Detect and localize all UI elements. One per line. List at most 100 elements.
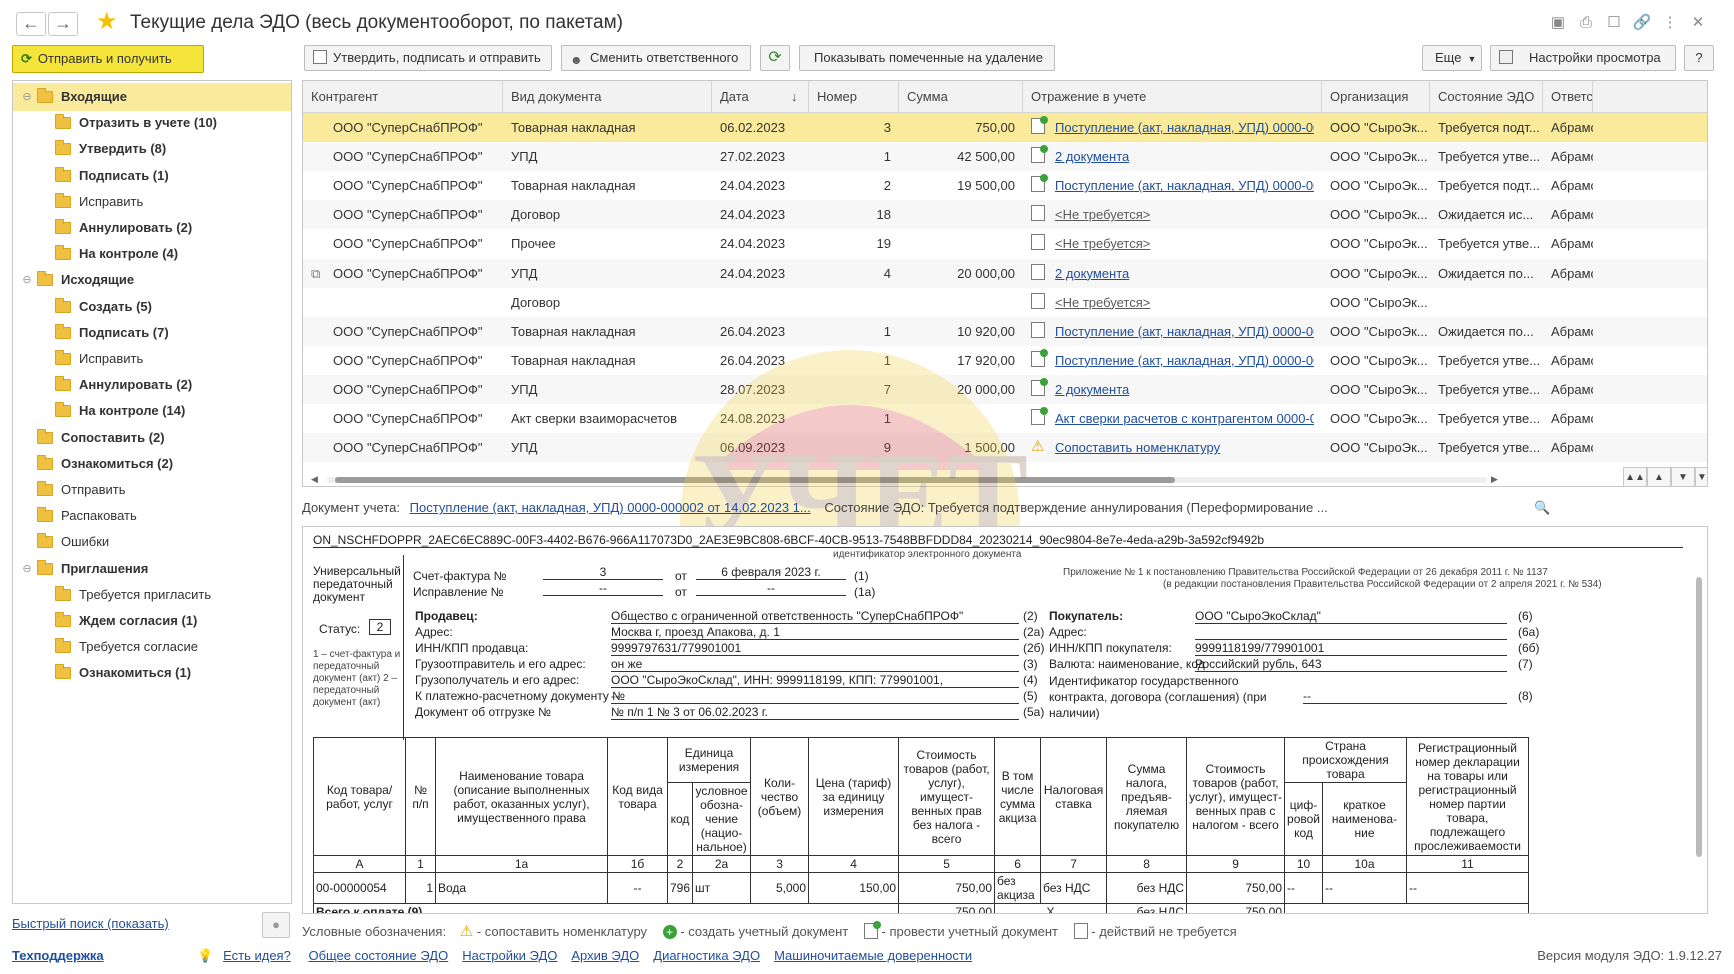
from-label-2: от xyxy=(675,585,687,599)
approve-sign-send-button[interactable]: Утвердить, подписать и отправить xyxy=(304,45,552,71)
change-responsible-button[interactable]: ☻ Сменить ответственного xyxy=(561,45,751,71)
print-icon[interactable]: ⎙ xyxy=(1575,12,1597,34)
close-icon[interactable]: ✕ xyxy=(1687,12,1709,34)
table-row[interactable]: ⧉ ООО "СуперСнабПРОФ" УПД 24.04.2023 4 20 000… xyxy=(303,258,1707,288)
preview-icon[interactable]: ☐ xyxy=(1603,12,1625,34)
more-menu-icon[interactable]: ⋮ xyxy=(1659,12,1681,34)
cell-reflection[interactable]: 2 документа xyxy=(1055,259,1314,288)
column-header[interactable]: Вид документа xyxy=(503,81,712,113)
cell-reflection[interactable]: Акт сверки расчетов с контрагентом 0000-… xyxy=(1055,404,1314,433)
collapse-icon[interactable]: ⊖ xyxy=(21,555,33,583)
back-button[interactable]: ← xyxy=(16,12,46,36)
table-row[interactable]: Договор <Не требуется> ООО "СыроЭк... xyxy=(303,288,1707,317)
accounting-doc-link[interactable]: Поступление (акт, накладная, УПД) 0000-0… xyxy=(410,500,811,515)
tree-item[interactable]: Сопоставить (2) xyxy=(13,424,291,452)
total-cost: 750,00 xyxy=(898,903,996,913)
scroll-up-button[interactable]: ▲ xyxy=(1647,467,1671,486)
column-header[interactable]: Ответс xyxy=(1543,81,1593,113)
tree-item[interactable]: Исправить xyxy=(13,188,291,216)
table-row[interactable]: ООО "СуперСнабПРОФ" Прочее 24.04.2023 19 <Не… xyxy=(303,229,1707,258)
cell-reflection[interactable]: <Не требуется> xyxy=(1055,288,1314,317)
tree-item[interactable]: Требуется согласие xyxy=(13,633,291,661)
search-icon[interactable]: 🔍 xyxy=(1534,500,1550,516)
tree-item[interactable]: Аннулировать (2) xyxy=(13,371,291,399)
column-header[interactable]: Организация xyxy=(1322,81,1430,113)
tree-item[interactable]: На контроле (4) xyxy=(13,240,291,268)
table-row[interactable]: ООО "СуперСнабПРОФ" Акт сверки взаиморасч… xyxy=(303,404,1707,433)
quick-search-label[interactable]: Быстрый поиск (показать) xyxy=(12,916,169,931)
tree-item[interactable]: Создать (5) xyxy=(13,293,291,321)
tree-item[interactable]: Аннулировать (2) xyxy=(13,214,291,242)
forward-button[interactable]: → xyxy=(48,12,78,36)
tree-item[interactable]: Требуется пригласить xyxy=(13,581,291,609)
tree-item[interactable]: ⊖ Входящие xyxy=(13,83,291,111)
refresh-button[interactable]: ⟳ xyxy=(760,45,790,71)
tree-item[interactable]: Исправить xyxy=(13,345,291,373)
table-row[interactable]: ООО "СуперСнабПРОФ" Товарная накладная 06.… xyxy=(303,113,1707,142)
table-row[interactable]: ООО "СуперСнабПРОФ" УПД 06.09.2023 9 1 500,0… xyxy=(303,433,1707,463)
cell-reflection[interactable]: Поступление (акт, накладная, УПД) 0000-0… xyxy=(1055,317,1314,346)
footer-link[interactable]: Диагностика ЭДО xyxy=(653,948,760,963)
quick-search-link[interactable]: Быстрый поиск (показать) xyxy=(12,916,169,931)
column-header[interactable]: Контрагент xyxy=(303,81,503,113)
scroll-bottom-button[interactable]: ▼ xyxy=(1695,467,1707,486)
tree-item[interactable]: ⊖ Исходящие xyxy=(13,266,291,294)
cell-reflection[interactable]: <Не требуется> xyxy=(1055,200,1314,229)
cell-reflection[interactable]: Поступление (акт, накладная, УПД) 0000-0… xyxy=(1055,113,1314,142)
tree-item[interactable]: На контроле (14) xyxy=(13,397,291,425)
tree-item[interactable]: Ознакомиться (2) xyxy=(13,450,291,478)
tree-item[interactable]: Ознакомиться (1) xyxy=(13,659,291,687)
column-header[interactable]: Номер xyxy=(809,81,899,113)
clear-button[interactable]: ● xyxy=(262,912,290,938)
cell-date: 06.09.2023 xyxy=(720,440,786,456)
cell-reflection[interactable]: Поступление (акт, накладная, УПД) 0000-0… xyxy=(1055,346,1314,375)
horizontal-scrollbar[interactable] xyxy=(327,474,1487,483)
help-button[interactable]: ? xyxy=(1684,45,1714,71)
cell-reflection[interactable]: 2 документа xyxy=(1055,375,1314,404)
tree-item[interactable]: Ошибки xyxy=(13,528,291,556)
scroll-down-button[interactable]: ▼ xyxy=(1671,467,1695,486)
footer-link[interactable]: Настройки ЭДО xyxy=(462,948,557,963)
idea-link[interactable]: Есть идея? xyxy=(223,948,291,963)
save-icon[interactable]: ▣ xyxy=(1547,12,1569,34)
scroll-top-button[interactable]: ▲▲ xyxy=(1623,467,1647,486)
tree-item-label: Ознакомиться (1) xyxy=(79,665,192,681)
tree-item[interactable]: Отправить xyxy=(13,476,291,504)
cell-reflection[interactable]: <Не требуется> xyxy=(1055,229,1314,258)
table-row[interactable]: ООО "СуперСнабПРОФ" Договор 24.04.2023 18 <Н… xyxy=(303,200,1707,230)
send-receive-button[interactable]: ⟳ Отправить и получить xyxy=(12,45,204,73)
cell-reflection[interactable]: 2 документа xyxy=(1055,142,1314,171)
column-header[interactable]: Сумма xyxy=(899,81,1023,113)
tree-item[interactable]: ⊖ Приглашения xyxy=(13,555,291,583)
footer-link[interactable]: Архив ЭДО xyxy=(571,948,639,963)
column-header[interactable]: Отражение в учете xyxy=(1023,81,1322,113)
show-deleted-button[interactable]: Показывать помеченные на удаление xyxy=(799,45,1055,71)
link-icon[interactable]: 🔗 xyxy=(1631,12,1653,34)
cell-date: 24.04.2023 xyxy=(720,207,786,223)
documents-grid: Контрагент Вид документа Дата ↓ Номер Сумма От… xyxy=(302,80,1708,487)
collapse-icon[interactable]: ⊖ xyxy=(21,266,33,294)
cell-reflection[interactable]: Сопоставить номенклатуру xyxy=(1055,433,1314,462)
table-row[interactable]: ООО "СуперСнабПРОФ" УПД 28.07.2023 7 20 000,… xyxy=(303,374,1707,404)
tree-item[interactable]: Подписать (1) xyxy=(13,162,291,190)
tree-item[interactable]: Утвердить (8) xyxy=(13,135,291,163)
footer-link[interactable]: Машиночитаемые доверенности xyxy=(774,948,972,963)
more-button[interactable]: Еще ▼ xyxy=(1422,45,1482,71)
tree-item[interactable]: Отразить в учете (10) xyxy=(13,109,291,137)
tree-item[interactable]: Подписать (7) xyxy=(13,319,291,347)
item-unit-code: 796 xyxy=(666,872,694,904)
tree-item[interactable]: Распаковать xyxy=(13,502,291,530)
support-link[interactable]: Техподдержка xyxy=(12,948,104,963)
tree-item[interactable]: Ждем согласия (1) xyxy=(13,607,291,635)
vertical-scrollbar[interactable] xyxy=(1695,547,1703,887)
table-row[interactable]: ООО "СуперСнабПРОФ" Товарная накладная 26.… xyxy=(303,316,1707,346)
favorite-star-icon[interactable]: ★ xyxy=(96,10,118,34)
table-row[interactable]: ООО "СуперСнабПРОФ" УПД 27.02.2023 1 42 500,… xyxy=(303,142,1707,172)
view-settings-button[interactable]: Настройки просмотра xyxy=(1490,45,1676,71)
collapse-icon[interactable]: ⊖ xyxy=(21,83,33,111)
table-row[interactable]: ООО "СуперСнабПРОФ" Товарная накладная 24.… xyxy=(303,171,1707,200)
cell-reflection[interactable]: Поступление (акт, накладная, УПД) 0000-0… xyxy=(1055,171,1314,200)
column-header[interactable]: Состояние ЭДО xyxy=(1430,81,1543,113)
footer-link[interactable]: Общее состояние ЭДО xyxy=(308,948,448,963)
table-row[interactable]: ООО "СуперСнабПРОФ" Товарная накладная 26.… xyxy=(303,346,1707,375)
